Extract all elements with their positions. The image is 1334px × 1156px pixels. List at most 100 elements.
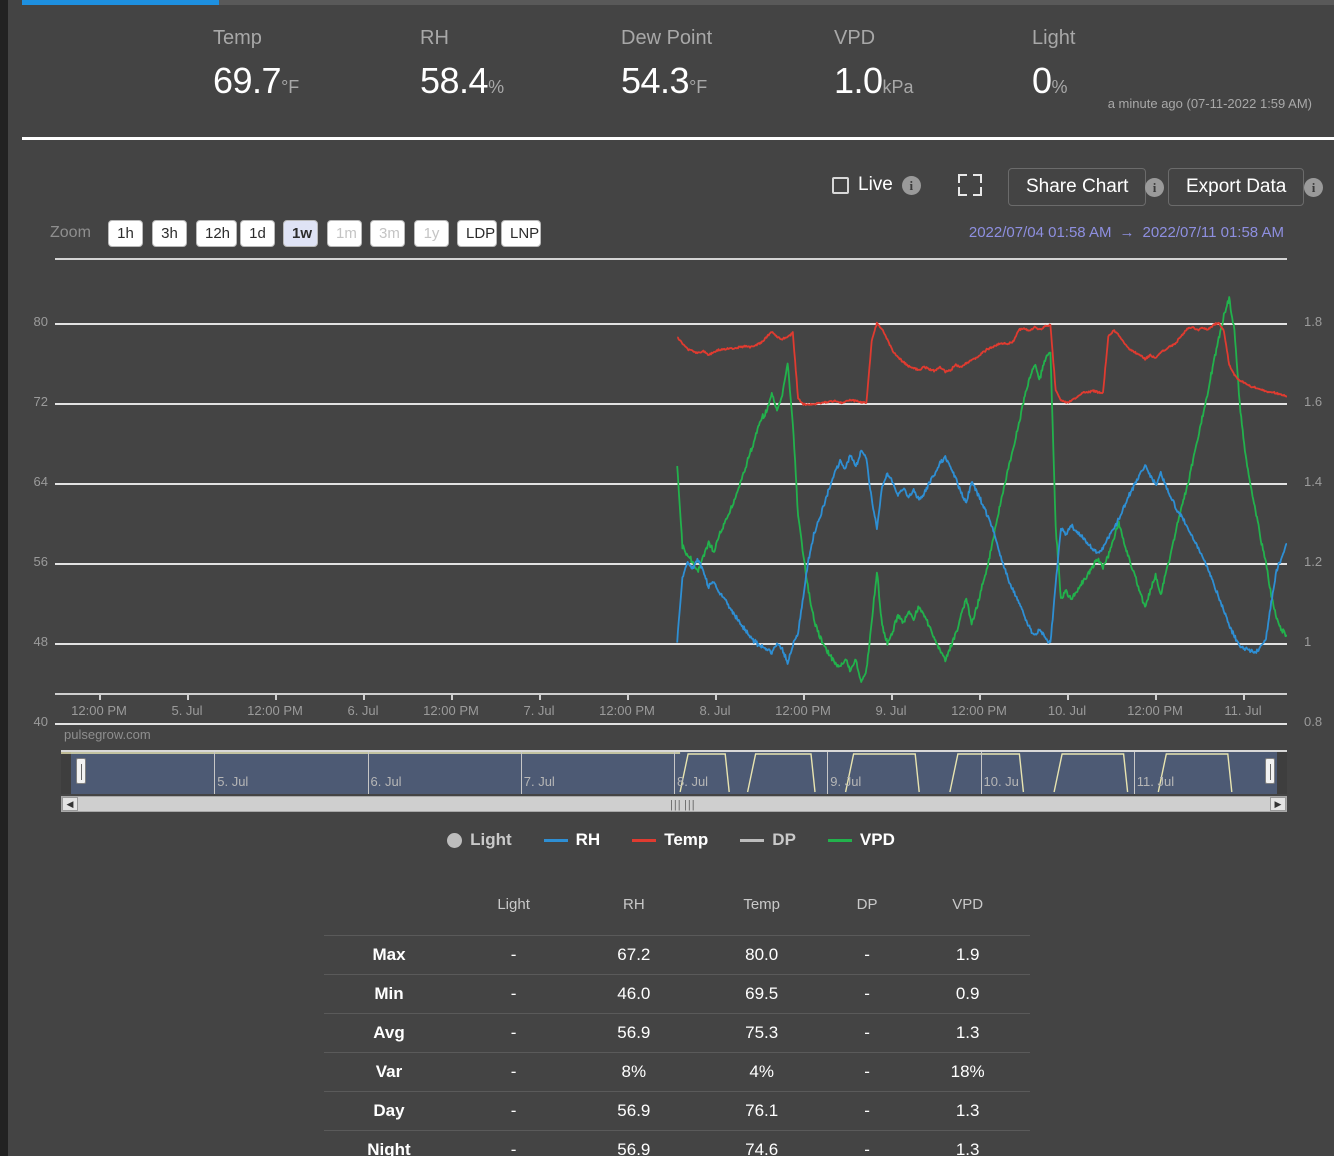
navigator-label: 8. Jul (677, 774, 709, 789)
zoom-button-1d[interactable]: 1d (240, 220, 275, 247)
y-tick-right: 0.8 (1304, 714, 1323, 729)
reading-dew-point: Dew Point 54.3°F (621, 26, 712, 102)
table-cell: - (454, 1052, 574, 1092)
table-cell: 46.0 (573, 974, 695, 1014)
y-axis-left: 80 72 64 56 48 40 (8, 270, 54, 729)
reading-label: RH (420, 27, 449, 49)
table-cell: 1.3 (905, 1091, 1030, 1131)
reading-unit: kPa (882, 77, 914, 97)
legend-item-rh[interactable]: RH (543, 830, 601, 850)
zoom-button-12h[interactable]: 12h (196, 220, 237, 247)
navigator-label: 10. Ju (983, 774, 1019, 789)
x-tick-mark (275, 693, 277, 700)
zoom-button-1h[interactable]: 1h (108, 220, 143, 247)
x-tick-label: 12:00 PM (775, 703, 831, 718)
chart-credit[interactable]: pulsegrow.com (64, 727, 151, 742)
table-body: Max -67.2 80.0-1.9 Min -46.0 69.5-0.9 Avg -56.9… (324, 935, 1030, 1156)
info-icon-live[interactable]: i (901, 175, 921, 195)
navigator-handle-left[interactable] (75, 758, 86, 784)
table-cell: 80.0 (694, 935, 829, 975)
page-container: Temp 69.7°F RH 58.4% Dew Point 54.3°F VPD 1.0kP… (8, 0, 1334, 1156)
table-cell: - (454, 935, 574, 975)
reading-value: 69.7 (213, 60, 282, 101)
zoom-button-LDP[interactable]: LDP (457, 220, 497, 247)
x-tick-mark (803, 693, 805, 700)
info-icon-export[interactable]: i (1304, 178, 1323, 197)
table-cell: 1.3 (905, 1130, 1030, 1156)
x-tick-mark (1155, 693, 1157, 700)
table-row: Avg -56.9 75.3-1.3 (324, 1013, 1030, 1053)
legend-item-light[interactable]: Light (447, 830, 512, 850)
fullscreen-icon[interactable] (958, 174, 982, 196)
date-range-display[interactable]: 2022/07/04 01:58 AM → 2022/07/11 01:58 AM (969, 224, 1284, 241)
navigator-scrollbar[interactable]: ◀ ▶ ||| ||| (61, 796, 1287, 812)
scrollbar-left-arrow[interactable]: ◀ (62, 797, 78, 811)
reading-value: 0 (1032, 60, 1052, 101)
table-cell: 56.9 (573, 1013, 695, 1053)
chart-series-layer (676, 296, 1287, 683)
table-cell: 76.1 (694, 1091, 829, 1131)
export-data-button[interactable]: Export Data (1168, 168, 1305, 206)
legend-item-temp[interactable]: Temp (632, 830, 708, 850)
legend-item-vpd[interactable]: VPD (827, 830, 895, 850)
reading-temp: Temp 69.7°F (213, 26, 299, 102)
table-cell: - (454, 974, 574, 1014)
x-tick-mark (715, 693, 717, 700)
chart-navigator[interactable]: 5. Jul 6. Jul 7. Jul 8. Jul 9. Jul 10. Ju 11. … (61, 750, 1287, 794)
info-icon-share[interactable]: i (1145, 178, 1164, 197)
zoom-button-LNP[interactable]: LNP (501, 220, 541, 247)
reading-label: Dew Point (621, 27, 713, 49)
navigator-label: 9. Jul (830, 774, 862, 789)
table-row-header: Min (324, 974, 454, 1014)
live-toggle[interactable]: Live i (832, 174, 921, 196)
x-tick-label: 12:00 PM (1127, 703, 1183, 718)
zoom-button-3h[interactable]: 3h (152, 220, 187, 247)
legend-label: RH (575, 830, 601, 849)
legend-item-dp[interactable]: DP (740, 830, 796, 850)
chart-toolbar: Live i Share Chart i Export Data i (8, 168, 1334, 212)
y-tick-left: 64 (33, 474, 48, 489)
legend-line-icon (543, 838, 568, 842)
share-chart-button[interactable]: Share Chart (1008, 168, 1147, 206)
navigator-handle-right[interactable] (1264, 758, 1275, 784)
x-tick-mark (539, 693, 541, 700)
reading-unit: % (1051, 77, 1068, 97)
range-arrow: → (1119, 224, 1135, 241)
navigator-gridline (1133, 752, 1135, 794)
table-column-header (324, 888, 454, 936)
table-cell: 8% (573, 1052, 695, 1092)
table-row-header: Var (324, 1052, 454, 1092)
chart-plot-area[interactable]: 80 72 64 56 48 40 1.8 1.6 1.4 1.2 1 0.8 (8, 270, 1334, 729)
table-cell: - (828, 935, 906, 975)
table-cell: - (454, 1013, 574, 1053)
y-axis-right: 1.8 1.6 1.4 1.2 1 0.8 (1296, 270, 1334, 729)
x-tick-mark (979, 693, 981, 700)
zoom-label: Zoom (50, 224, 91, 241)
navigator-gridline (674, 752, 675, 794)
navigator-label: 11. Jul (1136, 774, 1175, 789)
live-checkbox[interactable] (832, 176, 849, 194)
y-tick-right: 1.8 (1304, 314, 1323, 329)
x-tick-label: 12:00 PM (599, 703, 655, 718)
scrollbar-grip-right[interactable]: ||| (684, 799, 696, 811)
zoom-button-1m: 1m (327, 220, 362, 247)
navigator-gridline (214, 752, 216, 794)
x-tick-mark (1067, 693, 1069, 700)
x-tick-mark (451, 693, 453, 700)
table-cell: - (828, 1013, 906, 1053)
x-tick-mark (1243, 693, 1245, 700)
scrollbar-right-arrow[interactable]: ▶ (1270, 797, 1286, 811)
legend-label: Light (470, 830, 512, 849)
navigator-label: 7. Jul (523, 774, 555, 789)
reading-vpd: VPD 1.0kPa (834, 26, 914, 102)
series-line-rh (676, 449, 1287, 665)
x-tick-label: 12:00 PM (71, 703, 127, 718)
scrollbar-grip-left[interactable]: ||| (670, 799, 682, 811)
table-cell: - (828, 1091, 906, 1131)
y-tick-right: 1.2 (1304, 554, 1323, 569)
loading-progress-fill (22, 0, 219, 5)
range-end: 2022/07/11 01:58 AM (1142, 224, 1284, 241)
zoom-button-1w[interactable]: 1w (283, 220, 318, 247)
navigator-gridline (367, 752, 369, 794)
table-row-header: Night (324, 1130, 454, 1156)
